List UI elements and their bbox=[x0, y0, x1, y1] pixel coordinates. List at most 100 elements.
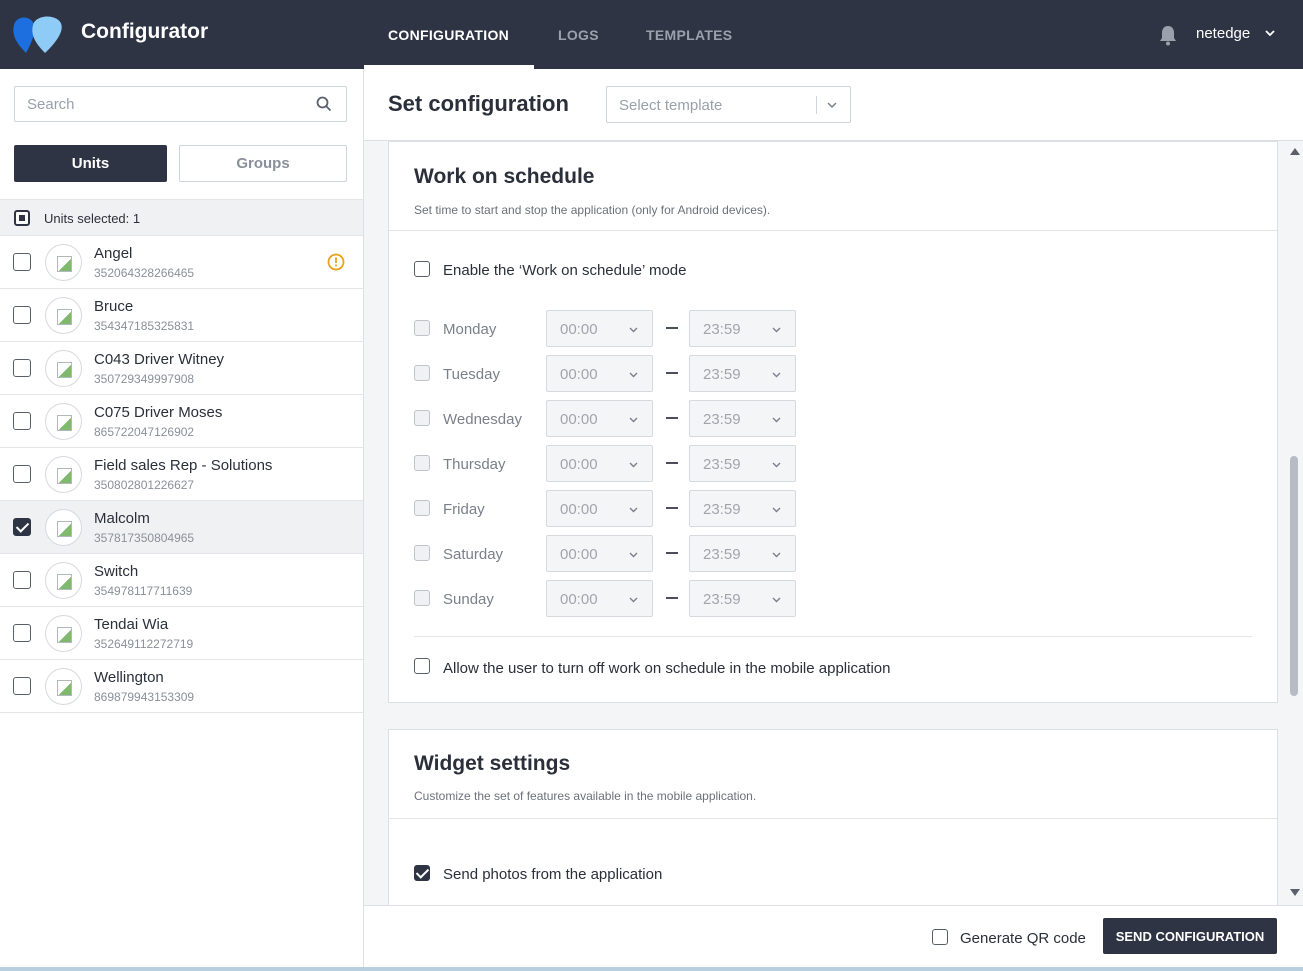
unit-checkbox[interactable] bbox=[13, 677, 31, 695]
time-range-dash bbox=[666, 372, 678, 374]
search-input[interactable] bbox=[15, 87, 295, 121]
day-checkbox[interactable] bbox=[414, 455, 430, 471]
unit-row[interactable]: Field sales Rep - Solutions 350802801226… bbox=[0, 448, 363, 501]
time-range-dash bbox=[666, 327, 678, 329]
time-from-select[interactable]: 00:00 bbox=[546, 535, 653, 572]
unit-row[interactable]: C043 Driver Witney 350729349997908 bbox=[0, 342, 363, 395]
unit-id: 865722047126902 bbox=[94, 425, 195, 439]
time-from-select[interactable]: 00:00 bbox=[546, 310, 653, 347]
chevron-down-icon bbox=[772, 597, 781, 603]
scrollbar[interactable] bbox=[1287, 141, 1303, 905]
unit-row[interactable]: C075 Driver Moses 865722047126902 bbox=[0, 395, 363, 448]
widget-subtitle: Customize the set of features available … bbox=[414, 789, 757, 803]
day-checkbox[interactable] bbox=[414, 320, 430, 336]
time-to-select[interactable]: 23:59 bbox=[689, 310, 796, 347]
tab-logs[interactable]: LOGS bbox=[558, 27, 599, 43]
time-to-select[interactable]: 23:59 bbox=[689, 580, 796, 617]
send-photos-label: Send photos from the application bbox=[443, 866, 663, 883]
unit-name: C075 Driver Moses bbox=[94, 404, 223, 421]
search-box bbox=[14, 86, 347, 122]
time-from-select[interactable]: 00:00 bbox=[546, 580, 653, 617]
day-checkbox[interactable] bbox=[414, 365, 430, 381]
divider bbox=[414, 636, 1252, 637]
bell-icon[interactable] bbox=[1158, 24, 1178, 46]
unit-name: C043 Driver Witney bbox=[94, 351, 225, 368]
unit-checkbox[interactable] bbox=[13, 571, 31, 589]
units-selected-text: Units selected: 1 bbox=[44, 211, 141, 226]
enable-schedule-checkbox[interactable] bbox=[414, 261, 430, 277]
day-checkbox[interactable] bbox=[414, 545, 430, 561]
unit-row[interactable]: Angel 352064328266465 bbox=[0, 236, 363, 289]
groups-button[interactable]: Groups bbox=[179, 145, 347, 182]
chevron-down-icon bbox=[827, 102, 837, 109]
sidebar: Units Groups Units selected: 1 Angel 352… bbox=[0, 69, 364, 971]
top-bar: Configurator CONFIGURATION LOGS TEMPLATE… bbox=[0, 0, 1303, 69]
day-checkbox[interactable] bbox=[414, 500, 430, 516]
day-row: Sunday 00:00 23:59 bbox=[389, 580, 1277, 617]
time-to-select[interactable]: 23:59 bbox=[689, 535, 796, 572]
chevron-down-icon[interactable] bbox=[1264, 27, 1276, 39]
time-from-value: 00:00 bbox=[560, 366, 598, 383]
tab-templates[interactable]: TEMPLATES bbox=[646, 27, 732, 43]
day-checkbox[interactable] bbox=[414, 590, 430, 606]
select-all-checkbox[interactable] bbox=[14, 210, 30, 226]
template-select[interactable]: Select template bbox=[606, 86, 851, 123]
time-from-value: 00:00 bbox=[560, 456, 598, 473]
day-checkbox[interactable] bbox=[414, 410, 430, 426]
day-name: Sunday bbox=[443, 591, 494, 608]
unit-row[interactable]: Wellington 869879943153309 bbox=[0, 660, 363, 713]
time-from-select[interactable]: 00:00 bbox=[546, 490, 653, 527]
unit-row[interactable]: Tendai Wia 352649112272719 bbox=[0, 607, 363, 660]
search-icon[interactable] bbox=[316, 96, 332, 112]
allow-turn-off-label: Allow the user to turn off work on sched… bbox=[443, 660, 891, 677]
unit-checkbox[interactable] bbox=[13, 624, 31, 642]
tab-configuration[interactable]: CONFIGURATION bbox=[388, 27, 509, 43]
generate-qr-checkbox[interactable] bbox=[932, 929, 948, 945]
divider bbox=[389, 818, 1277, 819]
send-photos-checkbox[interactable] bbox=[414, 865, 430, 881]
unit-checkbox[interactable] bbox=[13, 253, 31, 271]
scroll-thumb[interactable] bbox=[1290, 456, 1298, 696]
day-row: Saturday 00:00 23:59 bbox=[389, 535, 1277, 572]
chevron-down-icon bbox=[772, 417, 781, 423]
template-placeholder: Select template bbox=[619, 97, 723, 114]
time-to-value: 23:59 bbox=[703, 456, 741, 473]
unit-row[interactable]: Switch 354978117711639 bbox=[0, 554, 363, 607]
divider bbox=[389, 230, 1277, 231]
unit-checkbox[interactable] bbox=[13, 465, 31, 483]
user-menu[interactable]: netedge bbox=[1196, 25, 1250, 42]
unit-name: Wellington bbox=[94, 669, 164, 686]
avatar bbox=[45, 297, 82, 334]
avatar bbox=[45, 350, 82, 387]
unit-checkbox[interactable] bbox=[13, 359, 31, 377]
unit-checkbox[interactable] bbox=[13, 306, 31, 324]
units-button[interactable]: Units bbox=[14, 145, 167, 182]
time-from-select[interactable]: 00:00 bbox=[546, 355, 653, 392]
time-to-select[interactable]: 23:59 bbox=[689, 355, 796, 392]
time-from-value: 00:00 bbox=[560, 591, 598, 608]
time-to-select[interactable]: 23:59 bbox=[689, 445, 796, 482]
send-configuration-button[interactable]: SEND CONFIGURATION bbox=[1103, 918, 1277, 954]
avatar bbox=[45, 509, 82, 546]
scroll-up-arrow[interactable] bbox=[1290, 148, 1300, 155]
unit-row[interactable]: Malcolm 357817350804965 bbox=[0, 501, 363, 554]
scroll-down-arrow[interactable] bbox=[1290, 889, 1300, 896]
unit-id: 350729349997908 bbox=[94, 372, 195, 386]
schedule-subtitle: Set time to start and stop the applicati… bbox=[414, 203, 771, 217]
time-to-value: 23:59 bbox=[703, 366, 741, 383]
time-from-select[interactable]: 00:00 bbox=[546, 445, 653, 482]
time-to-select[interactable]: 23:59 bbox=[689, 400, 796, 437]
time-to-select[interactable]: 23:59 bbox=[689, 490, 796, 527]
allow-turn-off-checkbox[interactable] bbox=[414, 658, 430, 674]
unit-checkbox[interactable] bbox=[13, 518, 31, 536]
day-row: Tuesday 00:00 23:59 bbox=[389, 355, 1277, 392]
unit-name: Angel bbox=[94, 245, 133, 262]
selection-bar: Units selected: 1 bbox=[0, 199, 363, 236]
time-from-select[interactable]: 00:00 bbox=[546, 400, 653, 437]
unit-row[interactable]: Bruce 354347185325831 bbox=[0, 289, 363, 342]
chevron-down-icon bbox=[772, 462, 781, 468]
unit-checkbox[interactable] bbox=[13, 412, 31, 430]
day-name: Tuesday bbox=[443, 366, 500, 383]
app-brand: Configurator bbox=[81, 20, 209, 43]
widget-card: Widget settings Customize the set of fea… bbox=[388, 729, 1278, 905]
